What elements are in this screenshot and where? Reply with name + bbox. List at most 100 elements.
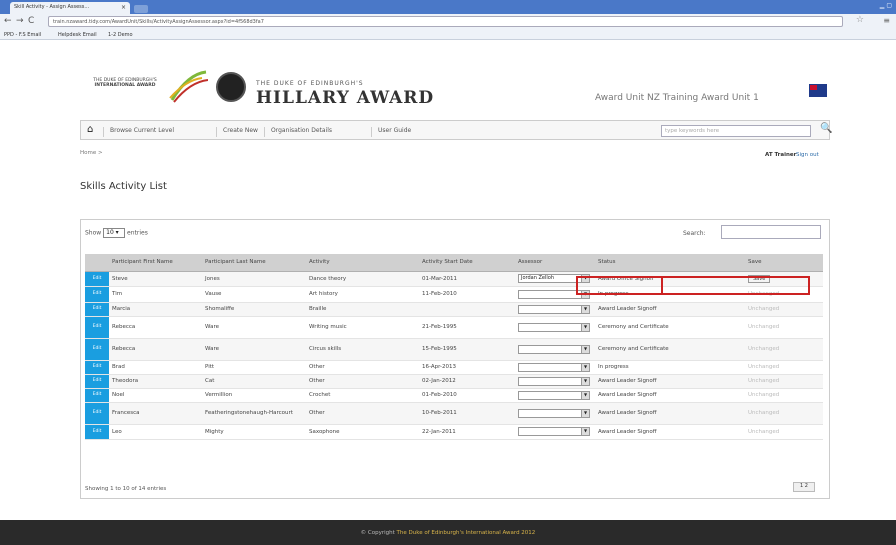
table-row: Edit Rebecca Ware Writing music 21-Feb-1995 ▼… bbox=[85, 316, 823, 339]
last-name-cell: Jones bbox=[202, 271, 306, 287]
status-cell: In progress bbox=[595, 286, 745, 303]
activity-cell: Other bbox=[306, 374, 419, 389]
bookmark-item[interactable]: PPD - F.S Email bbox=[4, 32, 41, 38]
assessor-select[interactable]: ▼ bbox=[518, 427, 590, 436]
unchanged-label: Unchanged bbox=[748, 410, 780, 416]
reload-icon[interactable]: C bbox=[28, 16, 34, 26]
dropdown-arrow-icon: ▼ bbox=[581, 428, 589, 435]
edit-button[interactable]: Edit bbox=[85, 360, 109, 375]
assessor-select[interactable]: ▼ bbox=[518, 376, 590, 386]
column-header-status[interactable]: Status bbox=[595, 254, 745, 272]
table-row: Edit Rebecca Ware Circus skills 15-Feb-1995 ▼… bbox=[85, 338, 823, 361]
edit-button[interactable]: Edit bbox=[85, 402, 109, 425]
table-row: Edit Marcia Shomaliffe Braille ▼ Award Leader… bbox=[85, 302, 823, 317]
address-bar[interactable]: train.nzaward.tidy.com/AwardUnit/Skills/… bbox=[48, 16, 843, 27]
forward-icon[interactable]: → bbox=[16, 16, 24, 26]
page-length-select[interactable]: 10 ▾ bbox=[103, 228, 126, 238]
nav-create-new[interactable]: Create New bbox=[216, 127, 258, 137]
assessor-select[interactable]: ▼ bbox=[518, 408, 590, 418]
assessor-select[interactable]: Jordan Zelloh ▼ bbox=[518, 274, 590, 283]
logo-text-bottom: INTERNATIONAL AWARD bbox=[94, 83, 156, 88]
filter-input[interactable] bbox=[721, 225, 821, 239]
last-name-cell: Featheringstonehaugh-Harcourt bbox=[202, 402, 306, 425]
nav-organisation-details[interactable]: Organisation Details bbox=[264, 127, 332, 137]
start-date-cell: 15-Feb-1995 bbox=[419, 338, 515, 361]
signout-link[interactable]: Sign out bbox=[796, 152, 819, 158]
back-icon[interactable]: ← bbox=[4, 16, 12, 26]
activity-cell: Crochet bbox=[306, 388, 419, 403]
last-name-cell: Cat bbox=[202, 374, 306, 389]
column-header-assessor[interactable]: Assessor bbox=[515, 254, 595, 272]
first-name-cell: Rebecca bbox=[109, 316, 202, 339]
column-header-last-name[interactable]: Participant Last Name bbox=[202, 254, 306, 272]
assessor-select[interactable]: ▼ bbox=[518, 289, 590, 299]
keyword-search-input[interactable]: type keywords here bbox=[661, 125, 811, 137]
assessor-select[interactable]: ▼ bbox=[518, 304, 590, 314]
edit-button[interactable]: Edit bbox=[85, 424, 109, 440]
browser-toolbar: ← → C train.nzaward.tidy.com/AwardUnit/S… bbox=[0, 14, 896, 30]
assessor-select[interactable]: ▼ bbox=[518, 362, 590, 372]
activity-cell: Dance theory bbox=[306, 271, 419, 287]
copyright-link[interactable]: The Duke of Edinburgh's International Aw… bbox=[397, 530, 536, 536]
user-name: AT Trainer bbox=[765, 152, 797, 158]
edit-button[interactable]: Edit bbox=[85, 286, 109, 303]
pagination[interactable]: 1 2 bbox=[793, 482, 815, 492]
column-header-start-date[interactable]: Activity Start Date bbox=[419, 254, 515, 272]
nav-browse-current-level[interactable]: Browse Current Level bbox=[103, 127, 174, 137]
browser-tab[interactable]: Skill Activity - Assign Assess... × bbox=[10, 2, 130, 14]
dropdown-arrow-icon: ▼ bbox=[581, 363, 589, 371]
dropdown-arrow-icon: ▼ bbox=[581, 275, 589, 282]
nz-flag-icon bbox=[809, 84, 827, 97]
dropdown-arrow-icon: ▼ bbox=[581, 345, 589, 353]
swoosh-logo-icon bbox=[169, 70, 208, 103]
breadcrumb[interactable]: Home > bbox=[80, 150, 103, 156]
first-name-cell: Francesca bbox=[109, 402, 202, 425]
unchanged-label: Unchanged bbox=[748, 306, 780, 312]
window-controls[interactable]: ▁ ▢ bbox=[880, 2, 892, 9]
edit-button[interactable]: Edit bbox=[85, 316, 109, 339]
assessor-select[interactable]: ▼ bbox=[518, 322, 590, 332]
new-tab-button[interactable] bbox=[134, 5, 148, 13]
status-cell: Ceremony and Certificate bbox=[595, 338, 745, 361]
assessor-cell: Jordan Zelloh ▼ bbox=[515, 271, 595, 287]
entries-label: entries bbox=[127, 229, 148, 237]
activity-cell: Other bbox=[306, 360, 419, 375]
search-icon[interactable]: 🔍 bbox=[820, 123, 832, 134]
last-name-cell: Vermillion bbox=[202, 388, 306, 403]
hillary-award-title: HILLARY AWARD bbox=[256, 88, 435, 108]
home-icon[interactable]: ⌂ bbox=[87, 124, 93, 135]
edit-button[interactable]: Edit bbox=[85, 271, 109, 287]
column-header-activity[interactable]: Activity bbox=[306, 254, 419, 272]
edit-button[interactable]: Edit bbox=[85, 388, 109, 403]
assessor-select[interactable]: ▼ bbox=[518, 344, 590, 354]
column-header-save[interactable]: Save bbox=[745, 254, 823, 272]
unchanged-label: Unchanged bbox=[748, 428, 780, 435]
start-date-cell: 10-Feb-2011 bbox=[419, 402, 515, 425]
assessor-select[interactable]: ▼ bbox=[518, 390, 590, 400]
first-name-cell: Noel bbox=[109, 388, 202, 403]
save-cell: Unchanged bbox=[745, 302, 823, 317]
wrench-menu-icon[interactable]: ≡ bbox=[883, 16, 890, 25]
first-name-cell: Leo bbox=[109, 424, 202, 440]
bookmark-item[interactable]: 1-2 Demo bbox=[108, 32, 133, 38]
dropdown-arrow-icon: ▼ bbox=[581, 305, 589, 313]
last-name-cell: Ware bbox=[202, 316, 306, 339]
save-cell: Unchanged bbox=[745, 424, 823, 440]
edit-button[interactable]: Edit bbox=[85, 374, 109, 389]
bookmarks-bar: PPD - F.S Email Helpdesk Email 1-2 Demo bbox=[0, 30, 896, 40]
bookmark-item[interactable]: Helpdesk Email bbox=[58, 32, 97, 38]
save-cell: Unchanged bbox=[745, 316, 823, 339]
column-header-first-name[interactable]: Participant First Name bbox=[109, 254, 202, 272]
international-award-logo: THE DUKE OF EDINBURGH'S INTERNATIONAL AW… bbox=[85, 78, 165, 88]
nav-user-guide[interactable]: User Guide bbox=[371, 127, 411, 137]
edit-button[interactable]: Edit bbox=[85, 302, 109, 317]
bookmark-star-icon[interactable]: ☆ bbox=[856, 15, 864, 25]
save-button[interactable]: Save bbox=[748, 274, 771, 283]
assessor-cell: ▼ bbox=[515, 338, 595, 361]
edit-button[interactable]: Edit bbox=[85, 338, 109, 361]
page-title: Skills Activity List bbox=[80, 181, 167, 192]
activity-cell: Saxophone bbox=[306, 424, 419, 440]
status-cell: Award Office Signoff bbox=[595, 271, 745, 287]
close-tab-icon[interactable]: × bbox=[121, 4, 126, 11]
last-name-cell: Ware bbox=[202, 338, 306, 361]
